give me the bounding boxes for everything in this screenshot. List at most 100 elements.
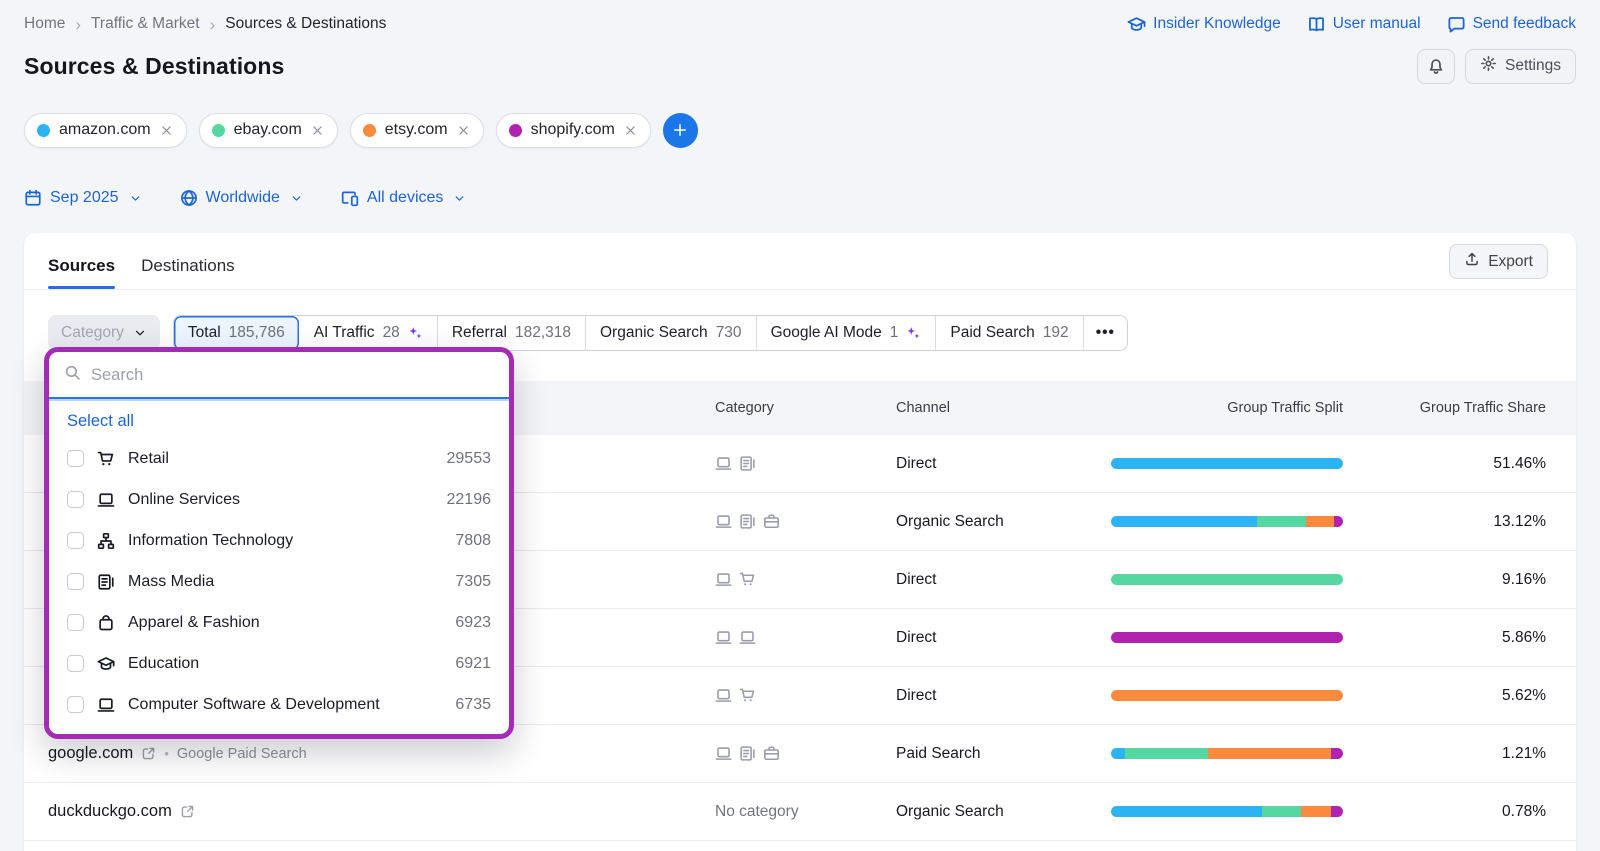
card-header: Sources Destinations Export: [24, 233, 1576, 290]
tabs: Sources Destinations: [48, 256, 235, 289]
book-icon: [1308, 16, 1324, 31]
breadcrumb-item[interactable]: Sources & Destinations: [225, 15, 386, 33]
category-icons: [715, 745, 896, 762]
category-option-label: Information Technology: [128, 531, 294, 549]
checkbox[interactable]: [67, 532, 84, 549]
split-segment-purple: [1331, 806, 1343, 817]
segment-paid-search[interactable]: Paid Search 192: [935, 316, 1082, 350]
domain-chip-shopify.com[interactable]: shopify.com: [495, 112, 651, 148]
settings-button[interactable]: Settings: [1464, 48, 1576, 84]
select-all-link[interactable]: Select all: [49, 399, 509, 438]
group-traffic-split-bar: [1111, 748, 1343, 759]
category-option-label: Computer Software & Development: [128, 695, 380, 713]
category-option-information-technology[interactable]: Information Technology 7808: [49, 520, 509, 561]
checkbox[interactable]: [67, 614, 84, 631]
top-link-insider-knowledge[interactable]: Insider Knowledge: [1127, 15, 1281, 34]
domain-color-dot: [211, 123, 225, 137]
category-option-label: Retail: [128, 449, 169, 467]
external-link-icon[interactable]: [180, 804, 195, 819]
segment-ai-traffic[interactable]: AI Traffic 28: [299, 316, 437, 350]
devices-icon: [341, 191, 359, 207]
segment-referral[interactable]: Referral 182,318: [436, 316, 585, 350]
filter-devices[interactable]: All devices: [341, 189, 466, 207]
column-header-channel: Channel: [896, 400, 951, 416]
close-icon: [161, 125, 171, 135]
filters-row: Sep 2025 Worldwide All devices: [24, 185, 1576, 211]
channel-cell: Direct: [896, 454, 937, 472]
monitor-icon: [97, 492, 115, 507]
news-icon: [98, 573, 114, 590]
segment-google-ai-mode[interactable]: Google AI Mode 1: [755, 316, 936, 350]
sources-destinations-page: Home › Traffic & Market › Sources & Destinat…: [0, 0, 1600, 851]
checkbox[interactable]: [67, 450, 84, 467]
remove-domain-icon[interactable]: [457, 124, 470, 137]
chevron-down-icon: [135, 330, 145, 336]
source-domain[interactable]: google.com: [48, 744, 133, 763]
breadcrumb-separator: ›: [75, 14, 82, 34]
monitor-icon: [715, 631, 732, 644]
segment-count: 1: [889, 324, 899, 341]
ai-sparkle-icon: [409, 326, 422, 338]
notifications-button[interactable]: [1416, 48, 1455, 84]
checkbox[interactable]: [67, 696, 84, 713]
export-icon: [1466, 252, 1479, 266]
category-option-mass-media[interactable]: Mass Media 7305: [49, 561, 509, 602]
table-row[interactable]: duckduckgo.com No category Organic Searc…: [24, 783, 1576, 841]
add-domain-button[interactable]: [662, 112, 698, 148]
top-link-user-manual[interactable]: User manual: [1307, 15, 1421, 34]
segment-total[interactable]: Total 185,786: [173, 316, 299, 350]
remove-domain-icon[interactable]: [160, 124, 173, 137]
split-segment-blue: [1111, 748, 1125, 759]
monitor-icon: [739, 631, 756, 644]
checkbox[interactable]: [67, 573, 84, 590]
checkbox[interactable]: [67, 491, 84, 508]
domain-chip-ebay.com[interactable]: ebay.com: [198, 112, 338, 148]
news-icon: [740, 456, 755, 471]
filter-globe[interactable]: Worldwide: [180, 189, 303, 207]
category-option-label: Mass Media: [128, 572, 215, 590]
external-link-icon[interactable]: [141, 746, 156, 761]
checkbox[interactable]: [67, 655, 84, 672]
more-segments-button[interactable]: •••: [1082, 316, 1127, 350]
domain-chip-amazon.com[interactable]: amazon.com: [24, 112, 187, 148]
category-option-computer-software-development[interactable]: Computer Software & Development 6735: [49, 684, 509, 725]
tab-destinations[interactable]: Destinations: [141, 256, 235, 289]
source-domain[interactable]: duckduckgo.com: [48, 802, 172, 821]
remove-domain-icon[interactable]: [311, 124, 324, 137]
top-link-send-feedback[interactable]: Send feedback: [1447, 15, 1576, 34]
category-option-online-services[interactable]: Online Services 22196: [49, 479, 509, 520]
segment-count: 182,318: [514, 324, 571, 341]
segment-organic-search[interactable]: Organic Search 730: [584, 316, 756, 350]
category-option-label: Apparel & Fashion: [128, 613, 260, 631]
channel-cell: Organic Search: [896, 512, 1004, 530]
domain-chip-label: ebay.com: [233, 121, 302, 138]
group-traffic-split-bar: [1111, 516, 1343, 527]
breadcrumb-item[interactable]: Traffic & Market: [91, 15, 200, 33]
domain-chip-etsy.com[interactable]: etsy.com: [349, 112, 484, 148]
category-option-retail[interactable]: Retail 29553: [49, 438, 509, 479]
bag-icon: [99, 614, 113, 630]
search-icon: [65, 365, 80, 380]
remove-domain-icon[interactable]: [624, 124, 637, 137]
filter-bar: Category Total 185,786 AI Traffic 28 Ref…: [48, 315, 1552, 351]
search-input[interactable]: [91, 365, 494, 385]
top-links: Insider Knowledge User manual Send feedbac…: [1127, 15, 1576, 34]
tab-sources[interactable]: Sources: [48, 256, 116, 289]
sitemap-icon: [97, 532, 115, 549]
external-link-icon: [181, 805, 194, 818]
category-option-count: 7305: [455, 572, 491, 590]
breadcrumb-item[interactable]: Home: [24, 15, 65, 33]
category-filter-button[interactable]: Category: [48, 315, 160, 351]
category-icons: [715, 687, 896, 704]
ai-sparkle-icon: [408, 326, 423, 341]
category-option-education[interactable]: Education 6921: [49, 643, 509, 684]
split-segment-blue: [1111, 516, 1258, 527]
source-note: Google Paid Search: [164, 746, 307, 762]
channel-segments: Total 185,786 AI Traffic 28 Referral 182…: [172, 315, 1128, 351]
export-button[interactable]: Export: [1449, 244, 1548, 279]
gear-icon: [1480, 56, 1496, 71]
split-segment-green: [1261, 806, 1302, 817]
category-option-apparel-fashion[interactable]: Apparel & Fashion 6923: [49, 602, 509, 643]
filter-calendar[interactable]: Sep 2025: [24, 189, 142, 207]
ai-sparkle-icon: [907, 326, 920, 338]
